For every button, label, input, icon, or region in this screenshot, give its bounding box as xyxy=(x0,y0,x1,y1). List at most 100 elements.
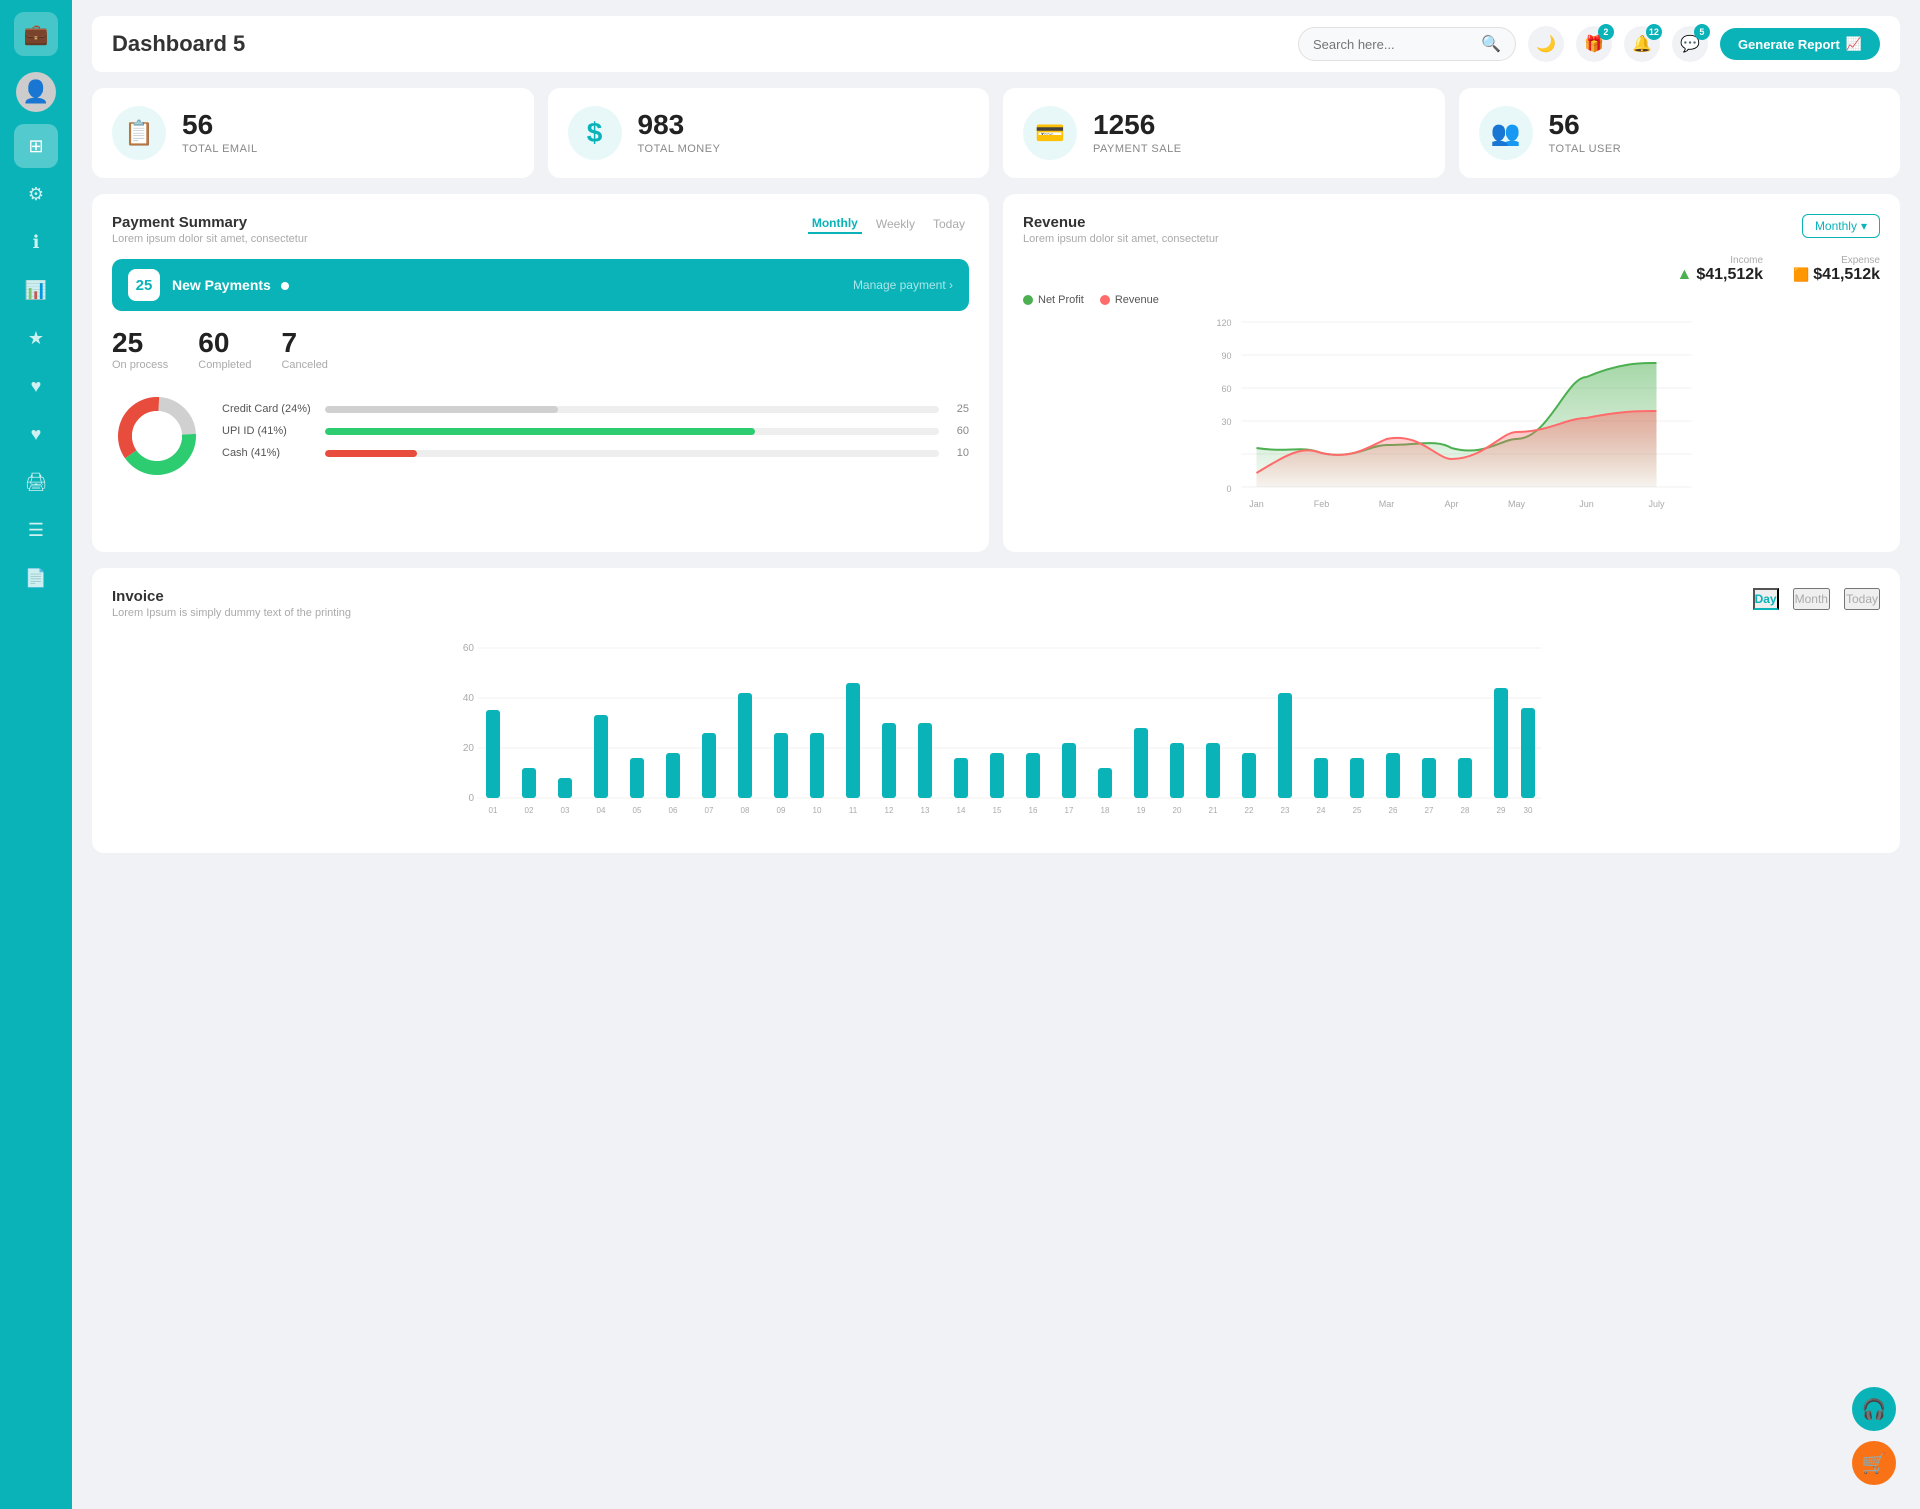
bar-14 xyxy=(954,758,968,798)
svg-text:09: 09 xyxy=(777,806,786,815)
bar-label-upi: UPI ID (41%) xyxy=(222,425,317,437)
svg-text:16: 16 xyxy=(1029,806,1038,815)
revenue-title: Revenue xyxy=(1023,214,1219,231)
svg-text:25: 25 xyxy=(1353,806,1362,815)
tab-month[interactable]: Month xyxy=(1793,588,1830,610)
svg-text:27: 27 xyxy=(1425,806,1434,815)
bar-19 xyxy=(1134,728,1148,798)
sidebar-item-star[interactable]: ★ xyxy=(14,316,58,360)
sidebar-item-dashboard[interactable]: ⊞ xyxy=(14,124,58,168)
gift-btn[interactable]: 🎁 2 xyxy=(1576,26,1612,62)
canceled-num: 7 xyxy=(281,327,327,359)
bar-05 xyxy=(630,758,644,798)
moon-icon: 🌙 xyxy=(1536,34,1556,54)
sidebar-item-heart2[interactable]: ♥ xyxy=(14,412,58,456)
bar-23 xyxy=(1278,693,1292,798)
stats-grid: 📋 56 TOTAL EMAIL $ 983 TOTAL MONEY 💳 125… xyxy=(92,88,1900,178)
tab-today[interactable]: Today xyxy=(1844,588,1880,610)
svg-text:Mar: Mar xyxy=(1379,499,1395,509)
tab-day[interactable]: Day xyxy=(1753,588,1779,610)
payment-stat-icon: 💳 xyxy=(1023,106,1077,160)
cart-float-btn[interactable]: 🛒 xyxy=(1852,1441,1896,1485)
donut-chart xyxy=(112,391,202,481)
sidebar: 💼 👤 ⊞ ⚙ ℹ 📊 ★ ♥ ♥ 🖨 ☰ 📄 xyxy=(0,0,72,1509)
invoice-card: Invoice Lorem Ipsum is simply dummy text… xyxy=(92,568,1900,853)
tab-monthly[interactable]: Monthly xyxy=(808,214,862,234)
svg-text:24: 24 xyxy=(1317,806,1326,815)
bar-16 xyxy=(1026,753,1040,798)
svg-text:May: May xyxy=(1508,499,1526,509)
manage-payment-link[interactable]: Manage payment › xyxy=(853,278,953,292)
svg-text:21: 21 xyxy=(1209,806,1218,815)
list-icon: ☰ xyxy=(28,520,44,541)
revenue-header: Revenue Lorem ipsum dolor sit amet, cons… xyxy=(1023,214,1880,245)
sidebar-item-heart[interactable]: ♥ xyxy=(14,364,58,408)
svg-text:20: 20 xyxy=(463,743,475,754)
bar-12 xyxy=(882,723,896,798)
tab-today[interactable]: Today xyxy=(929,214,969,234)
svg-text:08: 08 xyxy=(741,806,750,815)
expense-value: 🟧 $41,512k xyxy=(1793,266,1880,284)
income-arrow-icon: ▲ xyxy=(1677,266,1693,284)
search-input[interactable] xyxy=(1313,37,1473,52)
svg-text:26: 26 xyxy=(1389,806,1398,815)
bar-07 xyxy=(702,733,716,798)
net-profit-dot xyxy=(1023,295,1033,305)
heart2-icon: ♥ xyxy=(31,424,42,445)
expense-block: Expense 🟧 $41,512k xyxy=(1793,255,1880,284)
bar-15 xyxy=(990,753,1004,798)
payment-summary-title: Payment Summary xyxy=(112,214,308,231)
bar-08 xyxy=(738,693,752,798)
sidebar-item-print[interactable]: 🖨 xyxy=(14,460,58,504)
sidebar-item-chart[interactable]: 📊 xyxy=(14,268,58,312)
email-stat-number: 56 xyxy=(182,111,258,139)
bar-30 xyxy=(1521,708,1535,798)
new-payments-count: 25 xyxy=(128,269,160,301)
user-stat-info: 56 TOTAL USER xyxy=(1549,111,1622,155)
payment-stat-info: 1256 PAYMENT SALE xyxy=(1093,111,1182,155)
stat-card-money: $ 983 TOTAL MONEY xyxy=(548,88,990,178)
invoice-chart-container: 60 40 20 0 01 02 xyxy=(112,633,1880,833)
invoice-tabs: Day Month Today xyxy=(1753,588,1880,610)
sidebar-item-list[interactable]: ☰ xyxy=(14,508,58,552)
bar-fill-cc xyxy=(325,406,558,413)
support-float-btn[interactable]: 🎧 xyxy=(1852,1387,1896,1431)
main-content: Dashboard 5 🔍 🌙 🎁 2 🔔 12 💬 5 Gen xyxy=(72,0,1920,1509)
bar-29 xyxy=(1494,688,1508,798)
dashboard-icon: ⊞ xyxy=(28,136,43,157)
bar-03 xyxy=(558,778,572,798)
legend-revenue: Revenue xyxy=(1100,294,1159,306)
svg-text:22: 22 xyxy=(1245,806,1254,815)
sidebar-logo[interactable]: 💼 xyxy=(14,12,58,56)
revenue-monthly-dropdown[interactable]: Monthly ▾ xyxy=(1802,214,1880,238)
svg-text:29: 29 xyxy=(1497,806,1506,815)
income-block: Income ▲ $41,512k xyxy=(1677,255,1764,284)
user-avatar[interactable]: 👤 xyxy=(16,72,56,112)
bar-chart-icon: 📈 xyxy=(1846,36,1862,52)
sidebar-item-report[interactable]: 📄 xyxy=(14,556,58,600)
tab-weekly[interactable]: Weekly xyxy=(872,214,919,234)
theme-toggle[interactable]: 🌙 xyxy=(1528,26,1564,62)
email-stat-label: TOTAL EMAIL xyxy=(182,143,258,155)
bell-btn[interactable]: 🔔 12 xyxy=(1624,26,1660,62)
bar-11 xyxy=(846,683,860,798)
payment-summary-title-block: Payment Summary Lorem ipsum dolor sit am… xyxy=(112,214,308,245)
canceled-label: Canceled xyxy=(281,359,327,371)
payment-summary-header: Payment Summary Lorem ipsum dolor sit am… xyxy=(112,214,969,245)
bar-track-cash xyxy=(325,450,939,457)
svg-text:28: 28 xyxy=(1461,806,1470,815)
sidebar-item-info[interactable]: ℹ xyxy=(14,220,58,264)
stat-card-payment: 💳 1256 PAYMENT SALE xyxy=(1003,88,1445,178)
revenue-dot xyxy=(1100,295,1110,305)
svg-text:40: 40 xyxy=(463,693,475,704)
bar-fill-cash xyxy=(325,450,417,457)
svg-text:60: 60 xyxy=(463,643,475,654)
search-box[interactable]: 🔍 xyxy=(1298,27,1516,61)
money-stat-number: 983 xyxy=(638,111,721,139)
chat-btn[interactable]: 💬 5 xyxy=(1672,26,1708,62)
svg-text:Apr: Apr xyxy=(1444,499,1458,509)
sidebar-item-settings[interactable]: ⚙ xyxy=(14,172,58,216)
svg-text:July: July xyxy=(1648,499,1665,509)
generate-report-button[interactable]: Generate Report 📈 xyxy=(1720,28,1880,60)
user-stat-number: 56 xyxy=(1549,111,1622,139)
